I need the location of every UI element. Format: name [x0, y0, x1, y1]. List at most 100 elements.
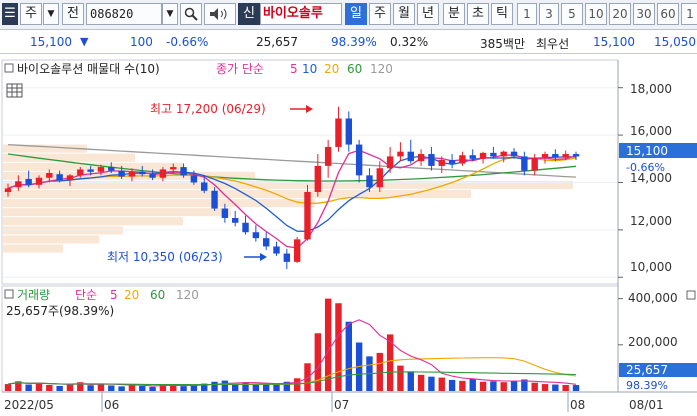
best-bid-price: 15,100	[593, 35, 635, 49]
volume-bar	[459, 380, 466, 391]
candle-body	[273, 246, 280, 254]
stock-chart[interactable]: 바이오솔루션 매물대 수(10) 종가 단순 5 10 20 60 120 최고…	[0, 54, 697, 416]
candle-body	[386, 156, 394, 169]
candle-body	[355, 144, 363, 176]
price-axis-label: 12,000	[630, 214, 672, 228]
candle-body	[417, 154, 425, 162]
volume-bar	[221, 380, 229, 391]
period-tab-month[interactable]: 월	[393, 3, 415, 25]
volume-profile-bar	[3, 189, 471, 199]
volume-bar	[128, 384, 136, 391]
volume-bar	[46, 384, 53, 391]
candle-body	[139, 171, 146, 175]
volume-legend-toggle-icon[interactable]	[4, 289, 14, 299]
volume-bar	[190, 385, 198, 391]
period-tab-second[interactable]: 초	[467, 3, 489, 25]
candle-body	[211, 190, 218, 209]
volume-bar	[211, 381, 218, 391]
candle-body	[459, 155, 466, 164]
candle-body	[448, 159, 456, 164]
candle-body	[469, 155, 476, 159]
volume-axis-label: 400,000	[628, 291, 678, 305]
interval-button-10[interactable]: 10	[585, 3, 607, 25]
candle-body	[345, 118, 353, 145]
legend-toggle-icon[interactable]	[4, 63, 14, 73]
candle-body	[15, 181, 22, 188]
market-type-dropdown-icon[interactable]: ▼	[43, 3, 59, 25]
candle-body	[97, 167, 105, 172]
volume-profile-bar	[3, 208, 231, 217]
interval-button-3[interactable]: 3	[539, 3, 559, 25]
interval-button-60[interactable]: 60	[657, 3, 679, 25]
volume-bar	[335, 303, 342, 391]
candle-body	[46, 173, 53, 178]
quote-bar: 15,100 ▼ 100 -0.66% 25,657 98.39% 0.32% …	[0, 30, 697, 54]
volume-profile-bar	[3, 244, 63, 253]
period-tab-tick[interactable]: 틱	[491, 3, 513, 25]
interval-button-more[interactable]: 1	[681, 3, 697, 25]
candle-body	[407, 151, 414, 162]
candle-body	[531, 157, 538, 171]
candle-body	[128, 171, 136, 177]
price-axis-label: 16,000	[630, 124, 672, 138]
candle-body	[366, 175, 373, 188]
volume-axis-toggle-icon[interactable]	[686, 290, 696, 300]
candle-body	[242, 222, 249, 233]
table-icon[interactable]	[6, 83, 23, 98]
candle-body	[293, 239, 301, 262]
current-change-tag-text: -0.66%	[626, 161, 665, 174]
volume-bar	[56, 385, 63, 391]
x-axis-label: 07	[334, 398, 349, 412]
candle-body	[66, 175, 74, 181]
volume-bar	[510, 380, 518, 391]
period-tab-minute[interactable]: 분	[443, 3, 465, 25]
search-icon[interactable]	[180, 3, 202, 25]
volume-bar	[118, 386, 125, 391]
speaker-icon[interactable]	[204, 3, 236, 25]
volume-legend-title: 거래량	[17, 288, 50, 302]
volume-bar	[293, 378, 301, 391]
price-legend-title: 바이오솔루션 매물대 수(10)	[17, 62, 160, 76]
market-type-select[interactable]: 주	[20, 3, 42, 25]
volume-ma-legend-20: 20	[124, 288, 139, 302]
volume-bar	[438, 377, 445, 391]
period-tab-day[interactable]: 일	[345, 3, 367, 25]
code-dropdown-icon[interactable]: ▼	[162, 3, 178, 25]
stock-code-input[interactable]: 086820	[86, 3, 162, 25]
candle-body	[118, 170, 125, 177]
candle-body	[252, 232, 260, 239]
volume-bar	[541, 384, 549, 391]
volume-bar	[25, 384, 32, 391]
volume-bar	[345, 321, 353, 391]
interval-button-30[interactable]: 30	[633, 3, 655, 25]
menu-icon[interactable]: ☰	[2, 3, 18, 25]
candle-body	[4, 188, 12, 192]
sub-type-select[interactable]: 전	[62, 3, 84, 25]
volume-ratio: 98.39%	[331, 35, 377, 49]
volume-bar	[500, 382, 507, 391]
volume-bar	[139, 385, 146, 391]
candle-body	[438, 159, 445, 166]
ma-legend-5: 5	[290, 62, 298, 76]
interval-button-20[interactable]: 20	[609, 3, 631, 25]
interval-button-1[interactable]: 1	[517, 3, 537, 25]
candle-body	[221, 208, 229, 219]
ma-legend-60: 60	[347, 62, 362, 76]
candle-body	[500, 151, 507, 157]
volume-bar	[562, 384, 569, 391]
interval-button-5[interactable]: 5	[561, 3, 583, 25]
price-legend-ma-prefix: 종가 단순	[216, 62, 264, 76]
volume-profile-bar	[3, 217, 183, 226]
candle-body	[397, 151, 404, 157]
candle-body	[552, 154, 559, 158]
current-ratio-tag-text: 98.39%	[626, 379, 668, 392]
period-tab-year[interactable]: 년	[417, 3, 439, 25]
volume-bar	[262, 384, 270, 391]
current-price-tag-text: 15,100	[626, 144, 668, 158]
period-tab-week[interactable]: 주	[369, 3, 391, 25]
current-price: 15,100	[30, 35, 72, 49]
price-change-pct: -0.66%	[166, 35, 209, 49]
volume-bar	[149, 386, 156, 391]
stock-name-field[interactable]: 바이오솔루	[260, 3, 342, 25]
candle-body	[510, 151, 518, 157]
